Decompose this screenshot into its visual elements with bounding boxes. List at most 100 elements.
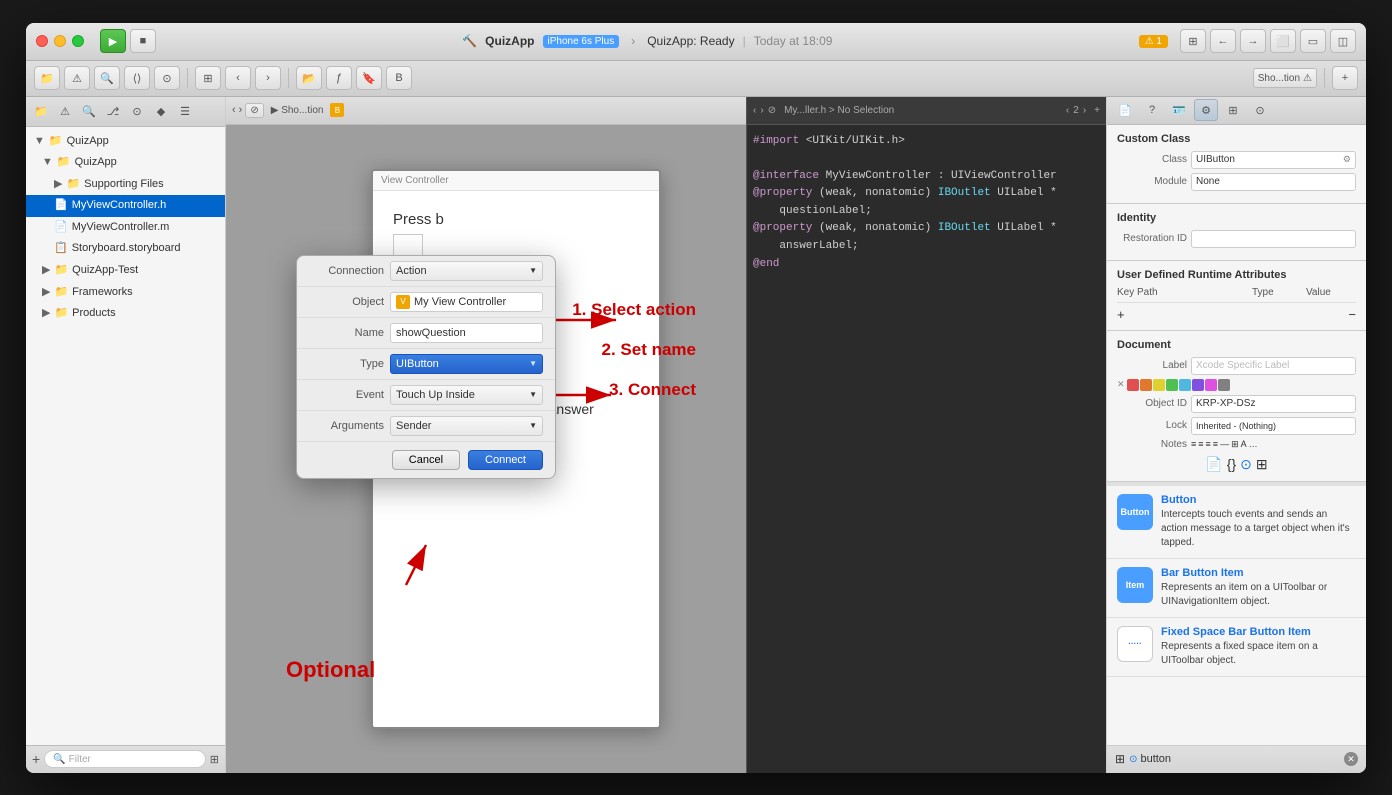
sidebar-item-storyboard[interactable]: 📋 Storyboard.storyboard [26, 238, 225, 260]
sidebar-item-frameworks[interactable]: ▶ 📁 Frameworks [26, 282, 225, 304]
sidebar-search-icon[interactable]: 🔍 [78, 100, 100, 122]
nav-btn[interactable]: ← [1210, 29, 1236, 53]
swatch-orange[interactable] [1140, 379, 1152, 391]
sidebar-git-icon[interactable]: ⎇ [102, 100, 124, 122]
related-btn[interactable]: ⊘ [768, 105, 776, 116]
file-path-breadcrumb[interactable]: Sho...tion ⚠ [1253, 68, 1317, 88]
inspector-connect-btn[interactable]: ⊙ [1248, 99, 1272, 121]
time-sep: | [743, 34, 746, 48]
swatch-purple[interactable] [1192, 379, 1204, 391]
sidebar-item-viewcontroller-h[interactable]: 📄 MyViewController.h [26, 195, 225, 217]
note-icon-4[interactable]: ≡ [1213, 439, 1218, 450]
bookmark-btn[interactable]: 🔖 [356, 66, 382, 90]
module-field[interactable]: None [1191, 173, 1356, 191]
inspector-attrib-btn[interactable]: ⚙ [1194, 99, 1218, 121]
folder-btn[interactable]: 📁 [34, 66, 60, 90]
sidebar-filter-input[interactable]: 🔍 Filter [44, 750, 206, 768]
debug-btn[interactable]: ⊙ [154, 66, 180, 90]
view-toggle-btn[interactable]: ⊞ [1180, 29, 1206, 53]
note-icon-7[interactable]: A [1241, 439, 1247, 450]
source-btn[interactable]: ⟨⟩ [124, 66, 150, 90]
sidebar-options-btn[interactable]: ⊞ [210, 753, 219, 766]
sidebar-item-supporting[interactable]: ▶ 📁 Supporting Files [26, 174, 225, 196]
restoration-field[interactable] [1191, 230, 1356, 248]
lock-field[interactable]: Inherited - (Nothing) [1191, 417, 1356, 435]
run-controls: ▶ ■ [100, 29, 156, 53]
doc-label-field[interactable]: Xcode Specific Label [1191, 357, 1356, 375]
add-code-btn[interactable]: + [1094, 105, 1100, 116]
swatch-gray[interactable] [1218, 379, 1230, 391]
search-btn[interactable]: 🔍 [94, 66, 120, 90]
minimize-button[interactable] [54, 35, 66, 47]
close-button[interactable] [36, 35, 48, 47]
add-file-btn[interactable]: + [32, 751, 40, 767]
nav-back-btn[interactable]: ‹ [232, 104, 236, 116]
folder-icon: 📁 [54, 284, 68, 302]
run-button[interactable]: ▶ [100, 29, 126, 53]
func-btn[interactable]: ƒ [326, 66, 352, 90]
note-icon-2[interactable]: ≡ [1198, 439, 1203, 450]
tag-btn[interactable]: B [386, 66, 412, 90]
note-icon-5[interactable]: — [1220, 439, 1229, 450]
clear-filter-btn[interactable]: ✕ [1344, 752, 1358, 766]
code-nav-left[interactable]: ‹ [1066, 105, 1069, 116]
type-dropdown[interactable]: UIButton ▼ [390, 354, 543, 374]
layout-btn3[interactable]: ◫ [1330, 29, 1356, 53]
new-doc-icon[interactable]: 📄 [1205, 456, 1222, 473]
note-icon-3[interactable]: ≡ [1206, 439, 1211, 450]
remove-attr-btn[interactable]: − [1348, 307, 1356, 322]
add-attr-btn[interactable]: + [1117, 307, 1125, 322]
sidebar-issues-icon[interactable]: ⚠ [54, 100, 76, 122]
inspector-file-btn[interactable]: 📄 [1113, 99, 1137, 121]
nav-fwd-btn[interactable]: → [1240, 29, 1266, 53]
layout-btn1[interactable]: ⬜ [1270, 29, 1296, 53]
cancel-button[interactable]: Cancel [392, 450, 460, 470]
stop-button[interactable]: ■ [130, 29, 156, 53]
inspector-grid-btn[interactable]: ⊞ [1115, 752, 1125, 766]
connect-button[interactable]: Connect [468, 450, 543, 470]
class-field[interactable]: UIButton ⚙ [1191, 151, 1356, 169]
sidebar-item-quizapp[interactable]: ▼ 📁 QuizApp [26, 152, 225, 174]
code-icon[interactable]: {} [1227, 456, 1236, 473]
circle-icon[interactable]: ⊙ [1240, 456, 1252, 473]
nav-fwd-btn[interactable]: › [239, 104, 243, 116]
code-nav-right[interactable]: › [1083, 105, 1086, 116]
related-files-btn[interactable]: ⊘ [245, 103, 263, 118]
note-icon-1[interactable]: ≡ [1191, 439, 1196, 450]
swatch-red[interactable] [1127, 379, 1139, 391]
sidebar-log-icon[interactable]: ☰ [174, 100, 196, 122]
hierarchy-btn[interactable]: 📂 [296, 66, 322, 90]
button-lib-icon: Button [1117, 494, 1153, 530]
issues-btn[interactable]: ⚠ [64, 66, 90, 90]
sidebar-item-products[interactable]: ▶ 📁 Products [26, 303, 225, 325]
note-icon-6[interactable]: ⊞ [1231, 439, 1239, 450]
sidebar-item-quizapp-root[interactable]: ▼ 📁 QuizApp [26, 131, 225, 153]
sidebar-breakpoint-icon[interactable]: ◆ [150, 100, 172, 122]
arguments-dropdown[interactable]: Sender ▼ [390, 416, 543, 436]
code-nav-back[interactable]: ‹ [753, 105, 756, 116]
note-icon-8[interactable]: … [1249, 439, 1258, 450]
grid-icon[interactable]: ⊞ [1256, 456, 1268, 473]
inspector-help-btn[interactable]: ? [1140, 99, 1164, 121]
swatch-pink[interactable] [1205, 379, 1217, 391]
event-dropdown[interactable]: Touch Up Inside ▼ [390, 385, 543, 405]
layout-btn2[interactable]: ▭ [1300, 29, 1326, 53]
swatch-yellow[interactable] [1153, 379, 1165, 391]
code-nav-fwd[interactable]: › [760, 105, 763, 116]
sidebar-debug-icon[interactable]: ⊙ [126, 100, 148, 122]
swatch-green[interactable] [1166, 379, 1178, 391]
storyboard-canvas[interactable]: View Controller Press b Show qu Press be… [226, 125, 746, 773]
fwd-btn[interactable]: › [255, 66, 281, 90]
plus-editor-btn[interactable]: + [1332, 66, 1358, 90]
maximize-button[interactable] [72, 35, 84, 47]
sidebar-item-viewcontroller-m[interactable]: 📄 MyViewController.m [26, 217, 225, 239]
sidebar-item-test[interactable]: ▶ 📁 QuizApp-Test [26, 260, 225, 282]
connection-dropdown[interactable]: Action ▼ [390, 261, 543, 281]
grid-btn[interactable]: ⊞ [195, 66, 221, 90]
name-field[interactable]: showQuestion [390, 323, 543, 343]
inspector-size-btn[interactable]: ⊞ [1221, 99, 1245, 121]
inspector-identity-btn[interactable]: 🪪 [1167, 99, 1191, 121]
swatch-blue[interactable] [1179, 379, 1191, 391]
sidebar-folder-icon[interactable]: 📁 [30, 100, 52, 122]
back-btn[interactable]: ‹ [225, 66, 251, 90]
